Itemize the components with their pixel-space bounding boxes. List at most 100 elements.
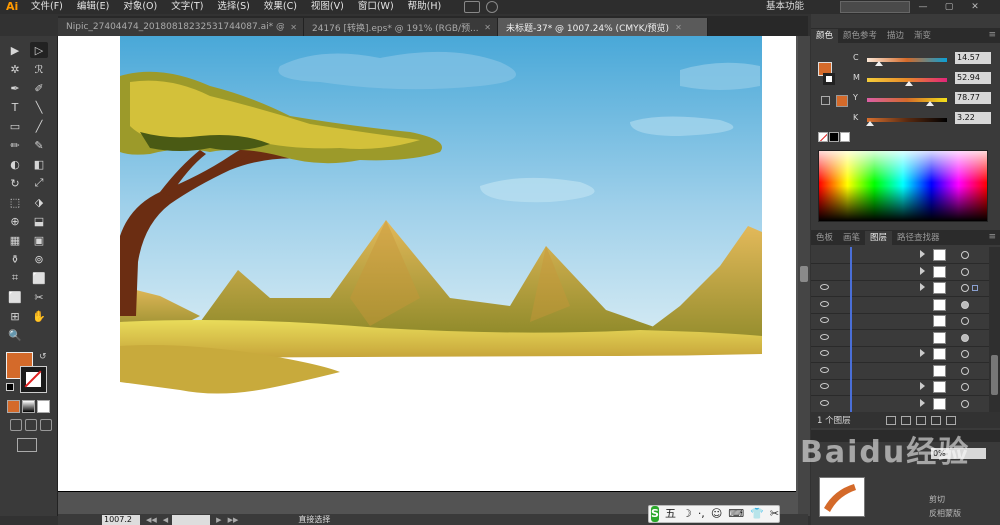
layer-row[interactable]	[811, 395, 989, 413]
visibility-eye-icon[interactable]	[820, 350, 829, 356]
layer-row[interactable]	[811, 280, 989, 297]
ime-item-icon[interactable]: ☽	[682, 506, 692, 522]
tab-close-icon[interactable]: ✕	[675, 23, 682, 32]
layer-target-icon[interactable]	[961, 333, 969, 342]
tool-button-icon[interactable]: ⊞	[6, 308, 24, 324]
ime-item-icon[interactable]: 👕	[750, 506, 764, 522]
panel-tab[interactable]: 图层	[865, 231, 893, 245]
tool-button-icon[interactable]: ⊚	[30, 251, 48, 267]
layer-row[interactable]	[811, 379, 989, 396]
gpu-performance-icon[interactable]	[486, 1, 499, 13]
layers-scrollbar[interactable]	[989, 247, 1000, 412]
artboard[interactable]	[58, 36, 796, 492]
tool-button-icon[interactable]: ⚱	[6, 251, 24, 267]
visibility-eye-icon[interactable]	[820, 317, 829, 323]
tool-button-icon[interactable]: ▷	[30, 42, 48, 58]
tool-button-icon[interactable]: ✒	[6, 80, 24, 96]
arrange-documents-icon[interactable]	[464, 1, 481, 13]
tool-button-icon[interactable]: ℛ	[30, 61, 48, 77]
layer-target-icon[interactable]	[961, 366, 969, 375]
zoom-level-field[interactable]: 1007.2	[102, 514, 140, 525]
first-artboard-icon[interactable]: ◀◀	[146, 516, 157, 524]
panel-tab[interactable]: 渐变	[909, 29, 936, 43]
expand-arrow-icon[interactable]	[920, 349, 925, 357]
panel-tab[interactable]: 画笔	[838, 231, 865, 245]
ime-item-icon[interactable]: ⌨	[728, 506, 744, 522]
visibility-eye-icon[interactable]	[820, 300, 829, 307]
prev-artboard-icon[interactable]: ◀	[163, 516, 168, 524]
tool-button-icon[interactable]	[30, 327, 48, 343]
menu-item[interactable]: 窗口(W)	[351, 0, 401, 14]
layer-row[interactable]	[811, 346, 989, 363]
menu-item[interactable]: 效果(C)	[257, 0, 304, 14]
workspace-switcher[interactable]: 基本功能	[766, 0, 804, 14]
slider-knob[interactable]	[905, 81, 914, 86]
ime-mode[interactable]: 五	[665, 506, 676, 522]
tool-button-icon[interactable]: ✂	[30, 289, 48, 305]
panel-tab[interactable]: 描边	[882, 29, 909, 43]
tool-button-icon[interactable]: ✋	[30, 308, 48, 324]
tab-close-icon[interactable]: ✕	[290, 23, 297, 32]
clip-option[interactable]: 剪切	[929, 494, 945, 505]
tool-button-icon[interactable]: ✲	[6, 61, 24, 77]
artboard-number-field[interactable]	[172, 514, 211, 525]
slider-value-field[interactable]: 14.57	[955, 52, 991, 64]
tool-button-icon[interactable]: ↻	[6, 175, 24, 191]
layer-target-icon[interactable]	[961, 317, 969, 325]
slider-value-field[interactable]: 78.77	[955, 92, 991, 104]
swap-fill-stroke-icon[interactable]: ↺	[39, 352, 47, 362]
slider-value-field[interactable]: 52.94	[955, 72, 991, 84]
tool-button-icon[interactable]: ✏	[6, 137, 24, 153]
slider-track[interactable]	[867, 118, 947, 122]
gradient-mode-button[interactable]	[22, 400, 35, 413]
vertical-scroll-thumb[interactable]	[800, 266, 808, 282]
layers-scroll-thumb[interactable]	[991, 355, 998, 395]
menu-item[interactable]: 选择(S)	[210, 0, 256, 14]
help-search-input[interactable]	[840, 1, 910, 13]
layer-target-icon[interactable]	[961, 284, 969, 292]
panel-tab[interactable]: 颜色参考	[838, 29, 882, 43]
ime-item-icon[interactable]: ✂	[770, 506, 779, 522]
menu-item[interactable]: 编辑(E)	[70, 0, 116, 14]
tool-button-icon[interactable]: T	[6, 99, 24, 115]
color-panel-menu-icon[interactable]: ≡	[988, 28, 996, 42]
draw-inside-button[interactable]	[40, 419, 52, 431]
menu-item[interactable]: 视图(V)	[304, 0, 351, 14]
document-canvas[interactable]	[58, 36, 798, 516]
tab-close-icon[interactable]: ✕	[484, 23, 491, 32]
tool-button-icon[interactable]: ╱	[30, 118, 48, 134]
tool-button-icon[interactable]: ⬚	[6, 194, 24, 210]
layer-row[interactable]	[811, 247, 989, 264]
maximize-icon[interactable]: ▢	[942, 0, 956, 14]
vertical-scrollbar[interactable]	[798, 36, 810, 516]
layer-row[interactable]	[811, 263, 989, 281]
layer-target-icon[interactable]	[961, 300, 969, 309]
tool-button-icon[interactable]: ✎	[30, 137, 48, 153]
slider-value-field[interactable]: 3.22	[955, 112, 991, 124]
tool-button-icon[interactable]: ▭	[6, 118, 24, 134]
layer-target-icon[interactable]	[961, 350, 969, 358]
slider-knob[interactable]	[865, 121, 874, 126]
slider-knob[interactable]	[874, 61, 883, 66]
none-color-swatch[interactable]	[818, 132, 828, 142]
tool-button-icon[interactable]: ⊕	[6, 213, 24, 229]
next-artboard-icon[interactable]: ▶	[216, 516, 221, 524]
color-mode-button[interactable]	[7, 400, 20, 413]
screen-mode-button[interactable]	[17, 438, 37, 452]
invert-mask-option[interactable]: 反相蒙版	[929, 508, 961, 519]
white-color-swatch[interactable]	[840, 132, 850, 142]
tool-button-icon[interactable]: ╲	[30, 99, 48, 115]
tool-button-icon[interactable]: 🔍	[6, 327, 24, 343]
new-layer-icon[interactable]	[931, 415, 941, 425]
color-panel-stroke-swatch[interactable]	[823, 73, 835, 85]
tool-button-icon[interactable]: ◐	[6, 156, 24, 172]
default-colors-icon[interactable]	[6, 383, 14, 391]
panel-tab[interactable]: 颜色	[811, 29, 839, 43]
last-artboard-icon[interactable]: ▶▶	[228, 516, 239, 524]
menu-item[interactable]: 文件(F)	[24, 0, 70, 14]
tool-button-icon[interactable]: ⬓	[30, 213, 48, 229]
close-icon[interactable]: ✕	[968, 0, 982, 14]
black-color-swatch[interactable]	[829, 132, 839, 142]
clipping-mask-icon[interactable]	[901, 415, 911, 425]
tool-button-icon[interactable]: ⤢	[30, 175, 48, 191]
